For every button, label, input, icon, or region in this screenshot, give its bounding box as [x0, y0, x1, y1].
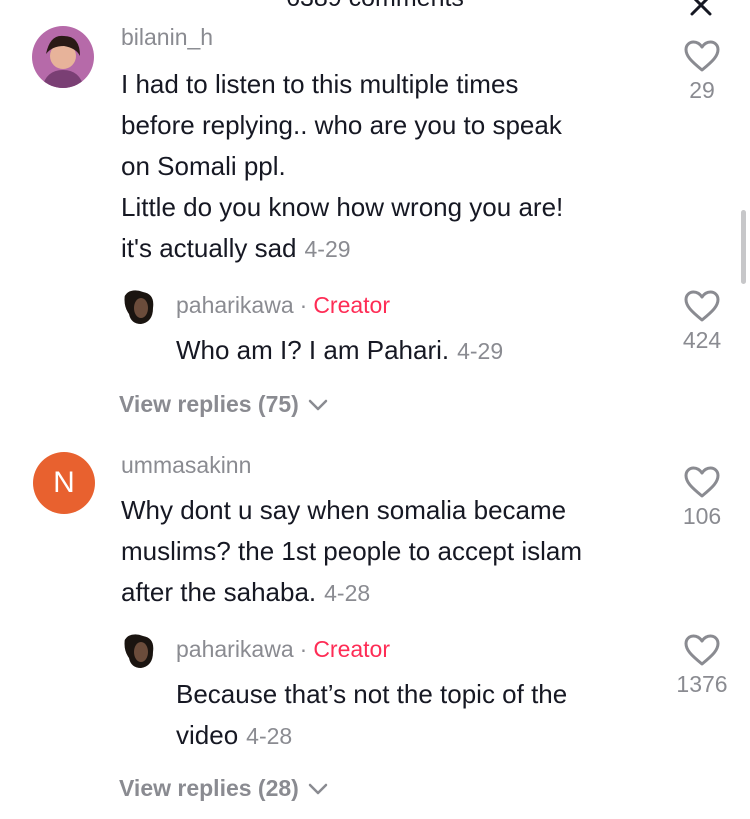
heart-icon	[684, 466, 720, 498]
reply-text: Because that’s not the topic of the vide…	[176, 674, 567, 757]
view-replies-button[interactable]: View replies (75)	[119, 391, 329, 418]
like-count: 29	[689, 77, 715, 103]
comment-line: video	[176, 720, 239, 750]
comment-line: Little do you know how wrong you are!	[121, 192, 564, 222]
reply-username-line: paharikawa · Creator	[176, 292, 390, 319]
comments-count-title: 6389 comments	[0, 0, 750, 13]
reply-text: Who am I? I am Pahari. 4-29	[176, 330, 503, 372]
heart-icon	[684, 634, 720, 666]
comment-date: 4-28	[324, 580, 371, 606]
creator-avatar-icon	[121, 632, 159, 670]
creator-badge: Creator	[313, 292, 391, 318]
like-count: 1376	[676, 671, 728, 697]
like-button[interactable]: 1376	[667, 633, 737, 698]
like-count: 424	[682, 327, 722, 353]
chevron-down-icon	[308, 399, 328, 410]
view-replies-label: View replies (28)	[119, 775, 299, 801]
comment-line: it's actually sad	[121, 233, 297, 263]
like-button[interactable]: 106	[667, 465, 737, 530]
comment-line: I had to listen to this multiple times	[121, 69, 519, 99]
creator-badge: Creator	[313, 636, 391, 662]
reply-date: 4-29	[457, 338, 504, 364]
separator-dot: ·	[299, 292, 308, 318]
comment-line: Who am I? I am Pahari.	[176, 335, 450, 365]
avatar[interactable]	[121, 288, 159, 326]
close-icon[interactable]	[686, 0, 716, 20]
avatar-letter: N	[53, 466, 75, 499]
like-button[interactable]: 29	[667, 39, 737, 104]
person-photo-icon	[32, 26, 94, 88]
comment-line: muslims? the 1st people to accept islam	[121, 536, 582, 566]
reply-username[interactable]: paharikawa	[176, 636, 294, 662]
comment-line: after the sahaba.	[121, 577, 317, 607]
comment-username[interactable]: bilanin_h	[121, 24, 213, 51]
heart-icon	[684, 290, 720, 322]
reply-date: 4-28	[246, 723, 293, 749]
like-button[interactable]: 424	[667, 289, 737, 354]
comment-line: Because that’s not the topic of the	[176, 679, 568, 709]
view-replies-button[interactable]: View replies (28)	[119, 775, 329, 802]
view-replies-label: View replies (75)	[119, 391, 299, 417]
comment-text: Why dont u say when somalia became musli…	[121, 490, 582, 614]
creator-avatar-icon	[121, 288, 159, 326]
comment-text: I had to listen to this multiple times b…	[121, 64, 563, 270]
avatar[interactable]	[121, 632, 159, 670]
heart-icon	[684, 40, 720, 72]
comment-line: on Somali ppl.	[121, 151, 286, 181]
reply-username-line: paharikawa · Creator	[176, 636, 390, 663]
comment-line: before replying.. who are you to speak	[121, 110, 562, 140]
comment-line: Why dont u say when somalia became	[121, 495, 567, 525]
scrollbar[interactable]	[741, 210, 746, 284]
separator-dot: ·	[299, 636, 308, 662]
reply-username[interactable]: paharikawa	[176, 292, 294, 318]
comment-date: 4-29	[304, 236, 351, 262]
comment-username[interactable]: ummasakinn	[121, 452, 251, 479]
like-count: 106	[682, 503, 722, 529]
avatar[interactable]	[32, 26, 94, 88]
comments-sheet: 6389 comments bilanin_h I had to listen …	[0, 0, 750, 819]
avatar[interactable]: N	[33, 452, 95, 514]
chevron-down-icon	[308, 783, 328, 794]
